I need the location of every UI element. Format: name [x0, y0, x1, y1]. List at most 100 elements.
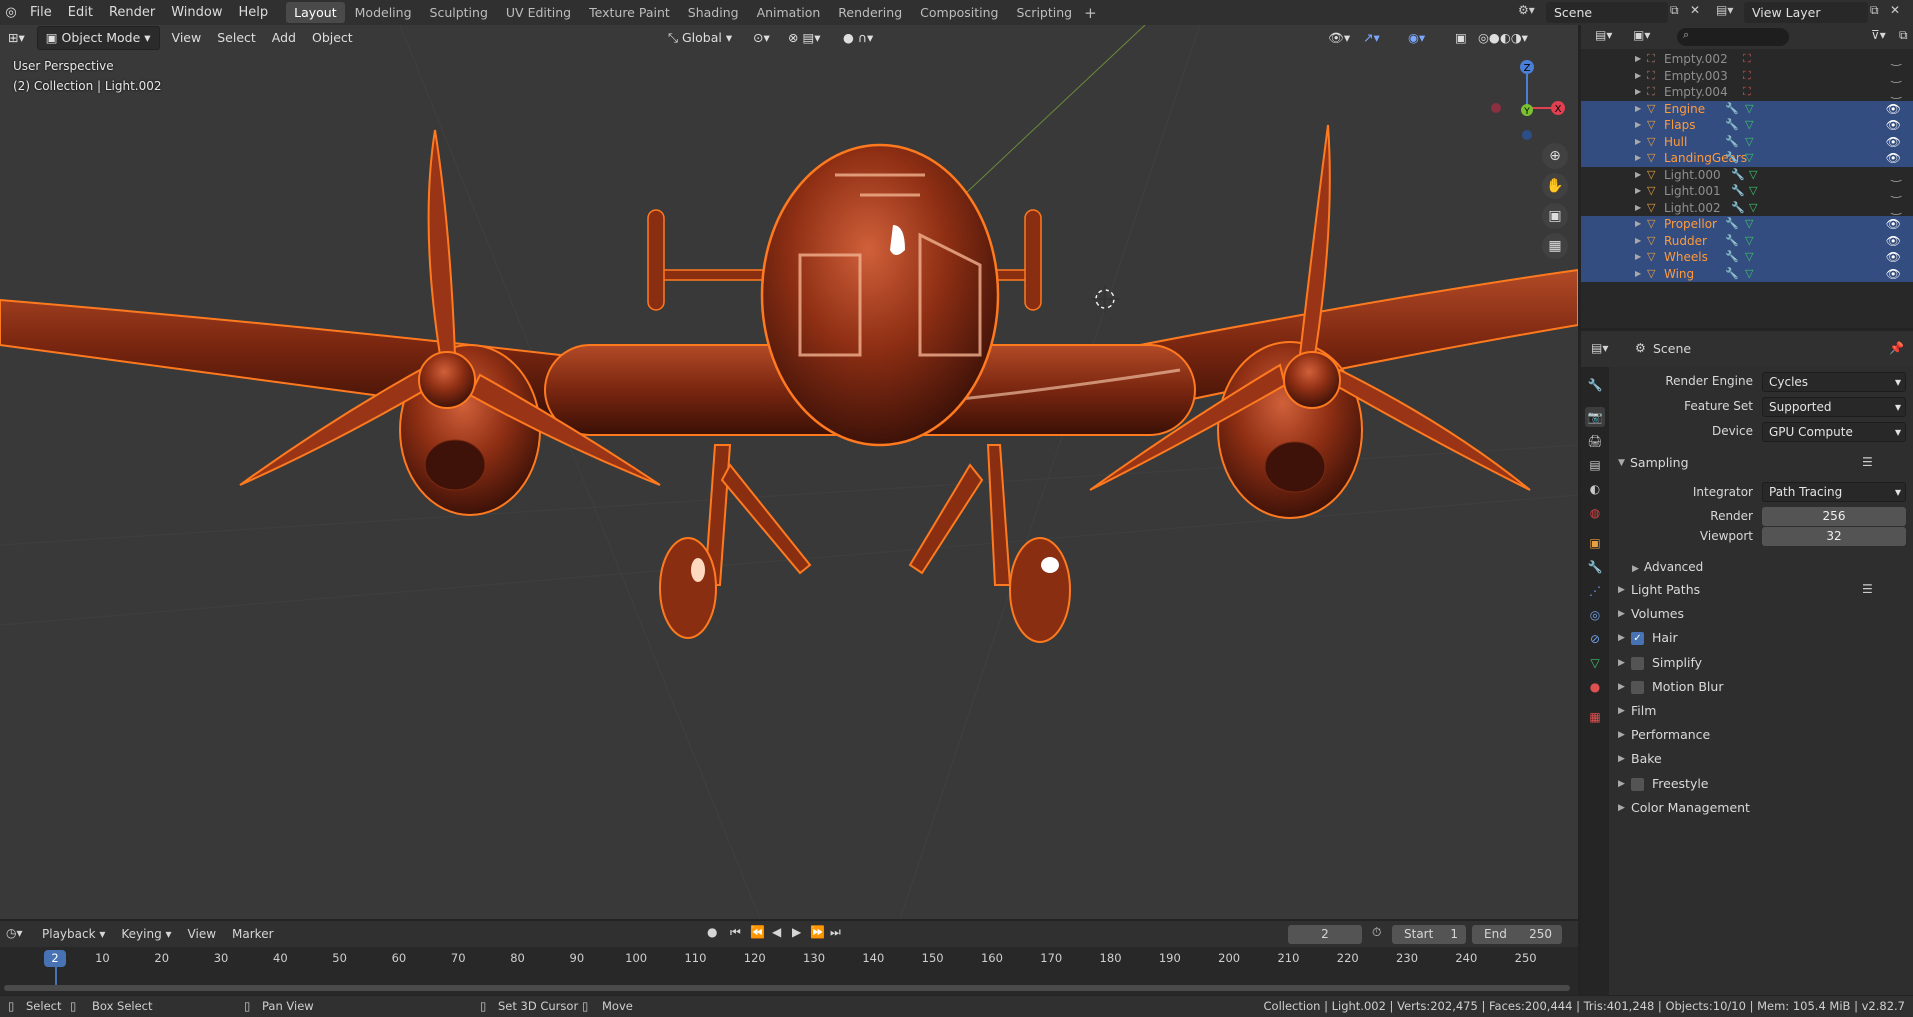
expand-arrow-icon[interactable]: ▶ — [1635, 51, 1641, 68]
section-expand-icon[interactable]: ▶ — [1618, 706, 1625, 716]
output-tab-icon[interactable]: 🖨 — [1585, 431, 1605, 451]
section-expand-icon[interactable]: ▶ — [1618, 609, 1625, 619]
camera-icon[interactable]: ▣ — [1542, 203, 1568, 229]
properties-editor-icon[interactable]: ▤▾ — [1591, 341, 1608, 355]
section-performance[interactable]: Performance — [1631, 727, 1710, 742]
section-expand-icon[interactable]: ▶ — [1618, 754, 1625, 764]
new-scene-icon[interactable]: ⧉ — [1670, 3, 1679, 18]
tab-texture-paint[interactable]: Texture Paint — [581, 2, 678, 23]
outliner-row[interactable]: ▶ ▽ Propellor 🔧 ▽ 👁 — [1581, 216, 1913, 233]
3d-viewport[interactable]: ⊞▾ ▣ Object Mode ▾ View Select Add Object ⤡… — [0, 25, 1578, 919]
playhead[interactable]: 2 — [44, 950, 66, 967]
eye-icon[interactable]: 👁 — [1886, 101, 1901, 118]
particles-tab-icon[interactable]: ⋰ — [1585, 581, 1605, 601]
section-hair[interactable]: Hair — [1652, 630, 1678, 645]
section-expand-icon[interactable]: ▶ — [1618, 633, 1625, 643]
outliner-item-name[interactable]: Hull — [1664, 134, 1687, 151]
expand-arrow-icon[interactable]: ▶ — [1635, 216, 1641, 233]
ortho-grid-icon[interactable]: ▦ — [1542, 233, 1568, 259]
outliner-search-input[interactable]: ⌕ — [1677, 28, 1789, 46]
viewport-menu-object[interactable]: Object — [304, 26, 361, 50]
visibility-icon[interactable]: 👁▾ — [1320, 26, 1358, 50]
material-tab-icon[interactable]: ● — [1585, 677, 1605, 697]
eye-icon[interactable]: 👁 — [1886, 134, 1901, 151]
zoom-icon[interactable]: ⊕ — [1542, 143, 1568, 169]
timeline-menu-view[interactable]: View — [182, 925, 222, 943]
menu-window[interactable]: Window — [163, 0, 230, 25]
expand-arrow-icon[interactable]: ▶ — [1635, 134, 1641, 151]
presets-list-icon[interactable]: ☰ — [1862, 582, 1873, 596]
world-tab-icon[interactable]: ◍ — [1585, 503, 1605, 523]
tab-animation[interactable]: Animation — [749, 2, 829, 23]
outliner-row[interactable]: ▶ ▽ Rudder 🔧 ▽ 👁 — [1581, 232, 1913, 250]
outliner-item-name[interactable]: Flaps — [1664, 117, 1695, 134]
sampling-panel-header[interactable]: Sampling — [1630, 455, 1689, 470]
outliner-row[interactable]: ▶ ▽ Light.000 🔧 ▽ ‿ — [1581, 167, 1913, 184]
timeline-menu-keying[interactable]: Keying ▾ — [115, 925, 177, 943]
outliner-row[interactable]: ▶ ▽ Wing 🔧 ▽ 👁 — [1581, 265, 1913, 283]
expand-arrow-icon[interactable]: ▶ — [1635, 117, 1641, 134]
expand-arrow-icon[interactable]: ▶ — [1635, 167, 1641, 184]
hidden-eye-icon[interactable]: ‿ — [1891, 200, 1901, 217]
expand-arrow-icon[interactable]: ▶ — [1635, 84, 1641, 101]
add-workspace-button[interactable]: + — [1084, 4, 1097, 22]
start-frame-field[interactable]: Start 1 — [1392, 925, 1466, 944]
integrator-dropdown[interactable]: Path Tracing ▾ — [1762, 482, 1906, 502]
timeline-menu-playback[interactable]: Playback ▾ — [36, 925, 111, 943]
outliner-row[interactable]: ▶ ⛶ Empty.003 ⛶ ‿ — [1581, 68, 1913, 85]
section-expand-icon[interactable]: ▶ — [1618, 682, 1625, 692]
section-simplify[interactable]: Simplify — [1652, 655, 1702, 670]
render-samples-field[interactable]: 256 — [1762, 507, 1906, 526]
outliner-row[interactable]: ▶ ▽ Hull 🔧 ▽ 👁 — [1581, 133, 1913, 151]
modifier-tab-icon[interactable]: 🔧 — [1585, 557, 1605, 577]
expand-arrow-icon[interactable]: ▶ — [1635, 183, 1641, 200]
expand-arrow-icon[interactable]: ▶ — [1635, 233, 1641, 250]
scene-selector[interactable]: Scene — [1546, 2, 1668, 23]
presets-list-icon[interactable]: ☰ — [1862, 455, 1873, 469]
hidden-eye-icon[interactable]: ‿ — [1891, 183, 1901, 200]
remove-view-layer-icon[interactable]: ✕ — [1890, 3, 1900, 17]
outliner-row[interactable]: ▶ ⛶ Empty.002 ⛶ ‿ — [1581, 51, 1913, 68]
section-expand-icon[interactable]: ▶ — [1618, 585, 1625, 595]
expand-arrow-icon[interactable]: ▶ — [1635, 150, 1641, 167]
render-tab-icon[interactable]: 📷 — [1585, 407, 1605, 427]
eye-icon[interactable]: 👁 — [1886, 150, 1901, 167]
expand-arrow-icon[interactable]: ▶ — [1635, 101, 1641, 118]
outliner-row[interactable]: ▶ ▽ Wheels 🔧 ▽ 👁 — [1581, 249, 1913, 266]
current-frame-field[interactable]: 2 — [1288, 925, 1362, 944]
jump-keyframe-back-icon[interactable]: ⏪ — [750, 925, 765, 939]
tab-sculpting[interactable]: Sculpting — [422, 2, 496, 23]
hidden-eye-icon[interactable]: ‿ — [1891, 167, 1901, 184]
device-dropdown[interactable]: GPU Compute ▾ — [1762, 422, 1906, 442]
transform-orientation-dropdown[interactable]: ⤡ Global ▾ — [660, 26, 740, 50]
section-expand-icon[interactable]: ▶ — [1618, 779, 1625, 789]
section-freestyle[interactable]: Freestyle — [1652, 776, 1709, 791]
outliner-item-name[interactable]: Empty.004 — [1664, 84, 1728, 101]
outliner-item-name[interactable]: Propellor — [1664, 216, 1717, 233]
eye-icon[interactable]: 👁 — [1886, 117, 1901, 134]
viewport-samples-field[interactable]: 32 — [1762, 527, 1906, 546]
viewport-menu-add[interactable]: Add — [264, 26, 304, 50]
menu-help[interactable]: Help — [231, 0, 277, 25]
unchecked-checkbox[interactable] — [1631, 656, 1644, 670]
tab-modeling[interactable]: Modeling — [347, 2, 420, 23]
outliner-row[interactable]: ▶ ▽ Engine 🔧 ▽ 👁 — [1581, 100, 1913, 118]
timeline-menu-marker[interactable]: Marker — [226, 925, 279, 943]
unchecked-checkbox[interactable] — [1631, 680, 1644, 694]
expand-arrow-icon[interactable]: ▶ — [1635, 266, 1641, 283]
tab-uv-editing[interactable]: UV Editing — [498, 2, 579, 23]
object-tab-icon[interactable]: ▣ — [1585, 533, 1605, 553]
advanced-expand-icon[interactable]: ▶ — [1632, 564, 1639, 574]
section-film[interactable]: Film — [1631, 703, 1656, 718]
outliner-row[interactable]: ▶ ▽ Light.002 🔧 ▽ ‿ — [1581, 200, 1913, 217]
new-collection-icon[interactable]: ⧉ — [1899, 28, 1908, 43]
texture-tab-icon[interactable]: ▦ — [1585, 707, 1605, 727]
section-motion-blur[interactable]: Motion Blur — [1652, 679, 1723, 694]
outliner-row[interactable]: ▶ ▽ Light.001 🔧 ▽ ‿ — [1581, 183, 1913, 200]
eye-icon[interactable]: 👁 — [1886, 266, 1901, 283]
tab-compositing[interactable]: Compositing — [912, 2, 1006, 23]
eye-icon[interactable]: 👁 — [1886, 249, 1901, 266]
auto-keying-icon[interactable]: ● — [707, 925, 717, 939]
display-mode-icon[interactable]: ▣▾ — [1633, 28, 1650, 42]
pin-icon[interactable]: 📌 — [1889, 341, 1904, 355]
